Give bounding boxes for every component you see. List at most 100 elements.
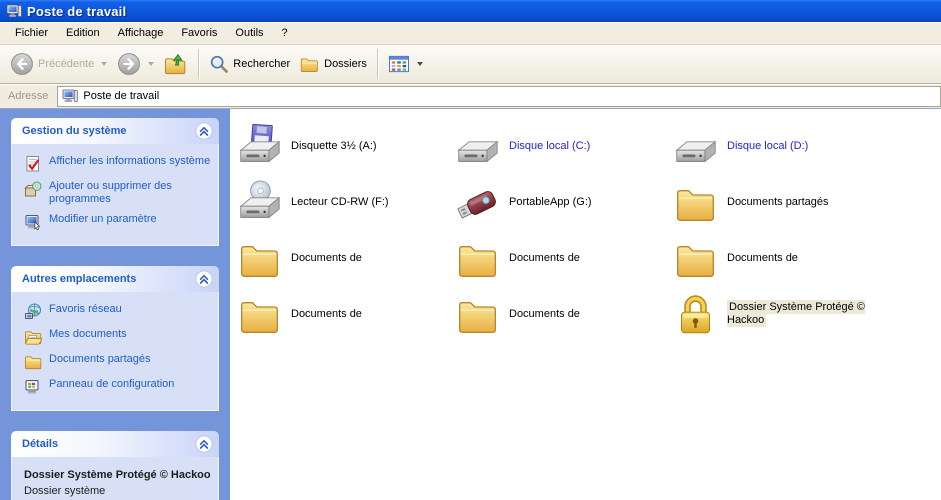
collapse-chevron-icon[interactable] (195, 122, 213, 140)
panel-details: Détails Dossier Système Protégé © Hackoo… (11, 431, 219, 500)
panel-title: Détails (22, 438, 58, 450)
item-user-documents[interactable]: Documents de (237, 286, 455, 342)
network-places-icon (24, 303, 42, 321)
search-button[interactable]: Rechercher (204, 48, 295, 80)
item-protected-system-folder[interactable]: Dossier Système Protégé © Hackoo (673, 286, 891, 342)
menu-fichier[interactable]: Fichier (6, 24, 57, 42)
back-button-label: Précédente (38, 58, 94, 70)
item-user-documents[interactable]: Documents de (455, 230, 673, 286)
folders-icon (300, 54, 320, 74)
item-label: Disquette 3½ (A:) (291, 140, 377, 153)
item-label: Documents de (509, 308, 580, 321)
details-item-type: Dossier système (24, 484, 212, 498)
system-info-icon (24, 155, 42, 173)
task-label: Documents partagés (49, 353, 151, 366)
menu-favoris[interactable]: Favoris (172, 24, 226, 42)
item-user-documents[interactable]: Documents de (455, 286, 673, 342)
item-label: Documents partagés (727, 196, 829, 209)
folders-button[interactable]: Dossiers (295, 48, 372, 80)
toolbar-separator (377, 49, 378, 79)
menu-outils[interactable]: Outils (226, 24, 272, 42)
item-user-documents[interactable]: Documents de (673, 230, 891, 286)
collapse-chevron-icon[interactable] (195, 435, 213, 453)
folder-icon (673, 236, 718, 281)
item-cd-drive-f[interactable]: Lecteur CD-RW (F:) (237, 174, 455, 230)
cd-drive-icon (237, 180, 282, 225)
task-add-remove-programs[interactable]: Ajouter ou supprimer des programmes (24, 180, 212, 206)
task-view-system-info[interactable]: Afficher les informations système (24, 155, 212, 173)
link-network-places[interactable]: Favoris réseau (24, 303, 212, 321)
folder-icon (237, 292, 282, 337)
forward-dropdown-caret-icon[interactable] (148, 62, 154, 66)
task-pane-sidebar: Gestion du système Afficher les informat… (0, 109, 230, 500)
address-bar: Adresse Poste de travail (0, 84, 941, 109)
title-bar: Poste de travail (0, 0, 941, 22)
item-usb-portableapp-g[interactable]: PortableApp (G:) (455, 174, 673, 230)
menu-help[interactable]: ? (273, 24, 297, 42)
address-input[interactable]: Poste de travail (57, 86, 941, 107)
panel-body: Favoris réseau Mes documents Documents p… (11, 292, 219, 411)
up-button[interactable] (159, 48, 193, 80)
task-label: Afficher les informations système (49, 155, 210, 168)
item-user-documents[interactable]: Documents de (237, 230, 455, 286)
back-dropdown-caret-icon[interactable] (101, 62, 107, 66)
item-label: Documents de (509, 252, 580, 265)
item-label: Documents de (727, 252, 798, 265)
panel-other-places: Autres emplacements Favoris réseau Mes d… (11, 266, 219, 411)
task-label: Panneau de configuration (49, 378, 174, 391)
link-control-panel[interactable]: Panneau de configuration (24, 378, 212, 396)
menu-bar: Fichier Edition Affichage Favoris Outils… (0, 22, 941, 45)
address-label: Adresse (0, 90, 57, 102)
menu-affichage[interactable]: Affichage (109, 24, 173, 42)
usb-drive-icon (455, 180, 500, 225)
shared-documents-icon (24, 353, 42, 371)
task-label: Ajouter ou supprimer des programmes (49, 180, 212, 206)
forward-button[interactable] (112, 48, 159, 80)
item-label: Disque local (C:) (509, 140, 590, 153)
item-label: Disque local (D:) (727, 140, 808, 153)
back-button[interactable]: Précédente (5, 48, 112, 80)
views-grid-icon (388, 55, 410, 73)
panel-header-details[interactable]: Détails (11, 431, 219, 457)
panel-title: Autres emplacements (22, 273, 136, 285)
panel-header-system-tasks[interactable]: Gestion du système (11, 118, 219, 144)
hard-drive-icon (455, 124, 500, 169)
item-local-disk-c[interactable]: Disque local (C:) (455, 118, 673, 174)
icon-grid: Disquette 3½ (A:) Disque local (C:) Disq… (237, 118, 941, 342)
link-my-documents[interactable]: Mes documents (24, 328, 212, 346)
folder-icon (455, 292, 500, 337)
item-label: Documents de (291, 252, 362, 265)
panel-system-tasks: Gestion du système Afficher les informat… (11, 118, 219, 246)
my-computer-icon (6, 3, 22, 19)
window-title: Poste de travail (27, 4, 126, 19)
details-item-name: Dossier Système Protégé © Hackoo (24, 468, 212, 482)
change-setting-icon (24, 213, 42, 231)
item-label: PortableApp (G:) (509, 196, 592, 209)
link-shared-documents[interactable]: Documents partagés (24, 353, 212, 371)
search-icon (209, 54, 229, 74)
folder-icon (237, 236, 282, 281)
window-content: Gestion du système Afficher les informat… (0, 109, 941, 500)
address-value: Poste de travail (83, 90, 159, 102)
panel-header-other-places[interactable]: Autres emplacements (11, 266, 219, 292)
file-list-area: Disquette 3½ (A:) Disque local (C:) Disq… (230, 109, 941, 500)
search-button-label: Rechercher (233, 58, 290, 70)
item-shared-documents[interactable]: Documents partagés (673, 174, 891, 230)
item-floppy-a[interactable]: Disquette 3½ (A:) (237, 118, 455, 174)
views-dropdown-caret-icon[interactable] (417, 62, 423, 66)
hard-drive-icon (673, 124, 718, 169)
panel-title: Gestion du système (22, 125, 127, 137)
panel-body: Dossier Système Protégé © Hackoo Dossier… (11, 457, 219, 500)
task-label: Modifier un paramètre (49, 213, 157, 226)
explorer-window: Poste de travail Fichier Edition Afficha… (0, 0, 941, 500)
forward-arrow-icon (117, 52, 141, 76)
menu-edition[interactable]: Edition (57, 24, 109, 42)
task-change-setting[interactable]: Modifier un paramètre (24, 213, 212, 231)
item-label: Dossier Système Protégé © Hackoo (727, 300, 865, 327)
item-local-disk-d[interactable]: Disque local (D:) (673, 118, 891, 174)
views-button[interactable] (383, 48, 428, 80)
collapse-chevron-icon[interactable] (195, 270, 213, 288)
task-label: Mes documents (49, 328, 127, 341)
my-computer-icon (62, 88, 78, 104)
my-documents-icon (24, 328, 42, 346)
